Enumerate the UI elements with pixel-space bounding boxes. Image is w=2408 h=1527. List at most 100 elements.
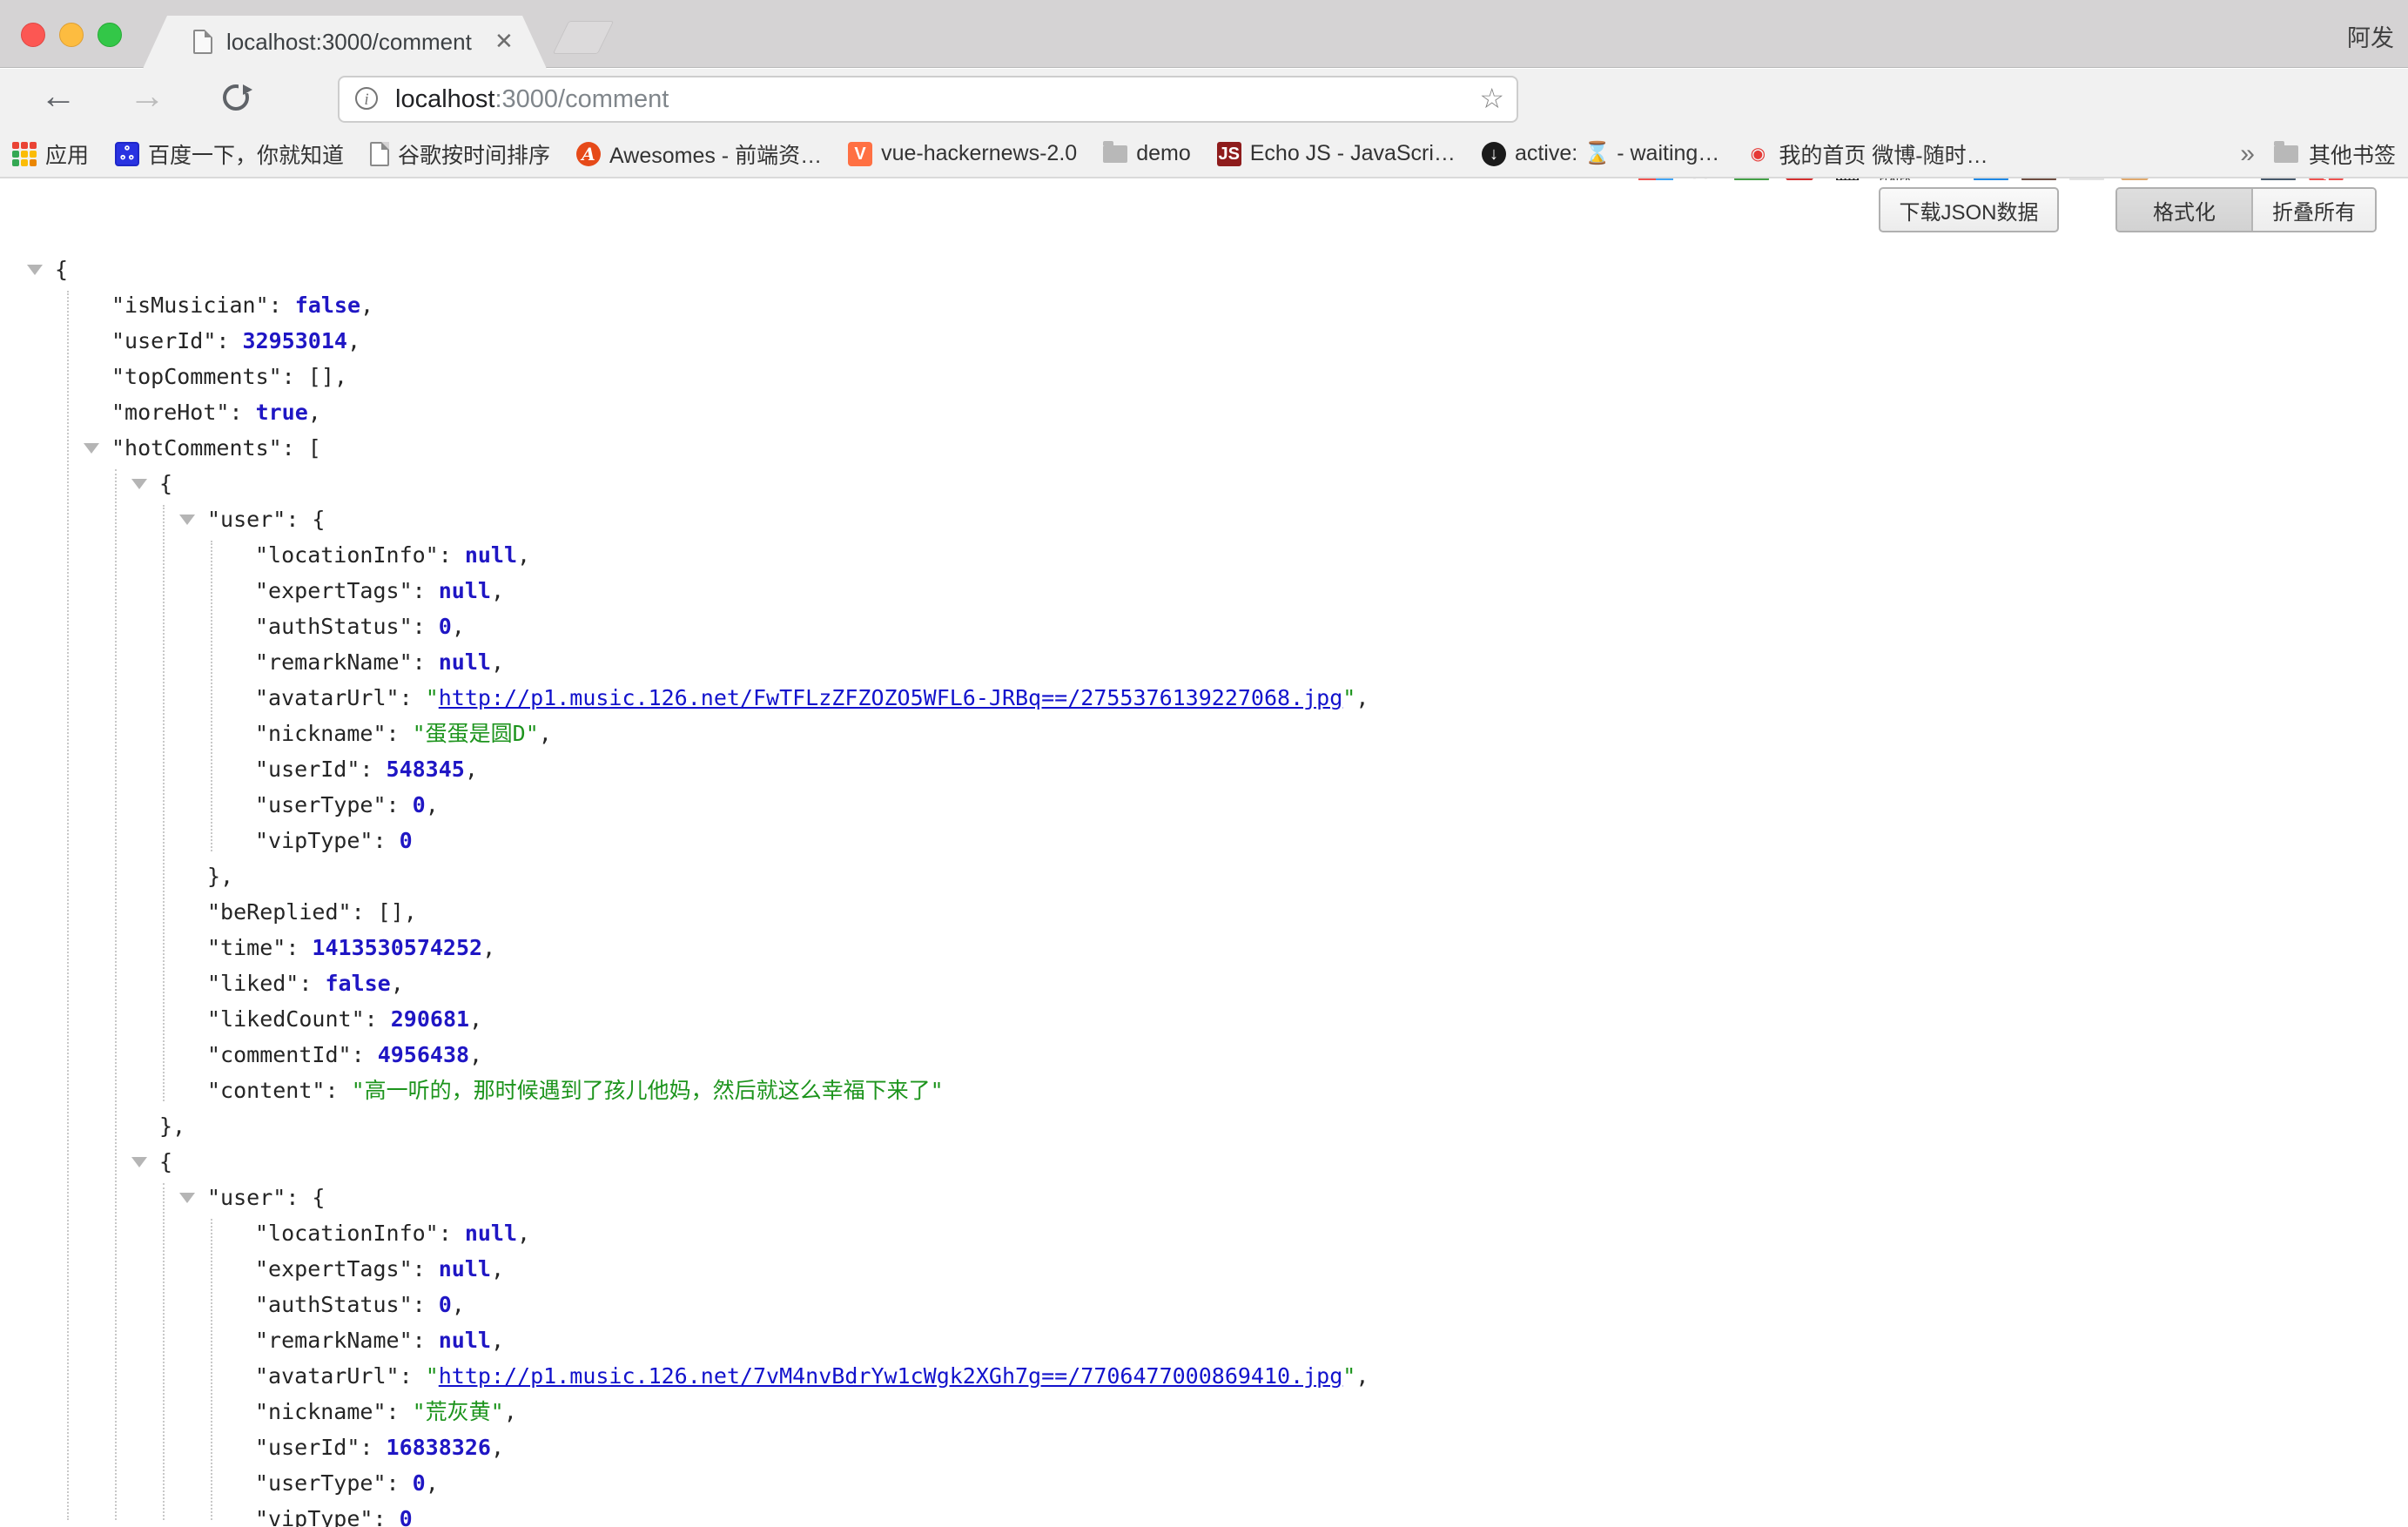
json-punctuation: : [439,542,465,568]
json-line: "userType": 0, [0,1465,2408,1501]
json-line: { [0,1144,2408,1180]
json-key: "vipType" [255,828,373,853]
bookmark-vue-hackernews[interactable]: Vvue-hackernews-2.0 [848,141,1077,166]
json-key: "authStatus" [255,614,413,639]
bookmarks-bar: 应用 ஃ百度一下，你就知道 谷歌按时间排序 AAwesomes - 前端资… Vvue-… [0,131,2408,178]
json-punctuation: : [299,971,325,996]
json-punctuation: , [469,1006,482,1032]
bookmark-baidu[interactable]: ஃ百度一下，你就知道 [115,138,344,170]
bookmark-echo-js[interactable]: JSEcho JS - JavaScri… [1217,141,1456,166]
json-line: "nickname": "蛋蛋是圆D", [0,716,2408,751]
address-bar[interactable]: i localhost:3000/comment ☆ [338,76,1518,123]
json-key: "userType" [255,1470,387,1496]
browser-tab[interactable]: localhost:3000/comment ✕ [143,16,547,69]
awesomes-icon: A [576,142,601,166]
json-value: 0 [439,1292,452,1317]
page-info-icon[interactable]: i [355,87,378,110]
bookmark-awesomes[interactable]: AAwesomes - 前端资… [576,138,822,170]
json-punctuation: , [539,721,552,746]
json-punctuation: : { [286,1185,325,1210]
json-punctuation: : [], [352,899,417,925]
json-value: null [465,542,517,568]
bookmark-apps[interactable]: 应用 [12,138,89,170]
json-punctuation: : [286,935,312,960]
json-key: "time" [207,935,286,960]
view-mode-toggle: 格式化 折叠所有 [2115,187,2377,232]
google-by-time-icon [370,142,389,166]
format-button[interactable]: 格式化 [2117,189,2253,231]
json-punctuation: , [491,649,504,675]
json-string: " [426,685,439,710]
bookmark-active-download[interactable]: ↓active: ⌛ - waiting… [1482,141,1719,166]
json-value: null [439,578,491,603]
json-key: "liked" [207,971,299,996]
json-value: false [325,971,390,996]
json-line: "topComments": [], [0,359,2408,394]
json-punctuation: , [426,1470,439,1496]
json-punctuation: : [400,1363,426,1389]
json-string: " [1342,1363,1355,1389]
bookmark-demo-folder[interactable]: demo [1103,141,1191,166]
json-key: "content" [207,1078,325,1103]
json-link[interactable]: http://p1.music.126.net/7vM4nvBdrYw1cWgk… [439,1363,1343,1389]
json-line: "user": { [0,1180,2408,1215]
reload-button[interactable] [223,84,249,111]
json-punctuation: , [452,614,465,639]
json-viewer-page: 下载JSON数据 格式化 折叠所有 { "isMusician": false, "… [0,180,2408,1527]
json-line: "locationInfo": null, [0,537,2408,573]
json-punctuation: : [373,1506,399,1527]
collapse-all-button[interactable]: 折叠所有 [2253,189,2375,231]
json-link[interactable]: http://p1.music.126.net/FwTFLzZFZOZO5WFL… [439,685,1343,710]
json-line: "authStatus": 0, [0,609,2408,644]
json-line: "expertTags": null, [0,573,2408,609]
json-key: "commentId" [207,1042,352,1067]
json-punctuation: , [465,757,478,782]
json-value: 290681 [391,1006,469,1032]
json-punctuation: : { [286,507,325,532]
bookmark-star-icon[interactable]: ☆ [1479,82,1504,115]
json-value: 548345 [387,757,465,782]
json-line: "likedCount": 290681, [0,1001,2408,1037]
json-key: "moreHot" [111,400,229,425]
profile-name[interactable]: 阿发 [2347,19,2394,53]
json-value: 0 [400,828,413,853]
bookmark-label: 谷歌按时间排序 [398,138,550,170]
json-key: "user" [207,507,286,532]
json-line: "isMusician": false, [0,287,2408,323]
download-json-button[interactable]: 下载JSON数据 [1879,187,2059,232]
json-line: }, [0,1108,2408,1144]
bookmark-weibo-home[interactable]: ◉我的首页 微博-随时… [1745,138,1988,170]
json-line: "user": { [0,501,2408,537]
forward-button: → [129,77,165,114]
json-key: "avatarUrl" [255,1363,400,1389]
json-punctuation: : [400,685,426,710]
active-download-icon: ↓ [1482,142,1506,166]
other-bookmarks[interactable]: 其他书签 [2309,138,2396,170]
close-window-button[interactable] [21,23,45,47]
zoom-window-button[interactable] [98,23,122,47]
json-punctuation: : [ [282,435,321,461]
back-button[interactable]: ← [40,77,77,114]
json-key: "locationInfo" [255,542,439,568]
json-punctuation: : [325,1078,351,1103]
minimize-window-button[interactable] [59,23,84,47]
json-punctuation: : [269,293,295,318]
bookmark-google-by-time[interactable]: 谷歌按时间排序 [370,138,550,170]
bookmarks-overflow-icon[interactable]: » [2240,139,2255,169]
json-punctuation: : [387,1399,413,1424]
json-punctuation: : [387,1470,413,1496]
window-title-bar: localhost:3000/comment ✕ 阿发 [0,0,2408,68]
bookmark-label: demo [1136,141,1191,166]
tab-close-icon[interactable]: ✕ [494,28,514,55]
json-punctuation: , [504,1399,517,1424]
url-text[interactable]: localhost:3000/comment [395,85,669,114]
json-value: true [256,400,308,425]
json-key: "userId" [255,1435,360,1460]
apps-icon [12,142,37,166]
bookmark-label: vue-hackernews-2.0 [881,141,1077,166]
url-host: localhost [395,85,494,113]
json-string: "荒灰黄" [413,1399,504,1424]
new-tab-button[interactable] [553,21,615,54]
other-bookmarks-folder-icon [2274,145,2298,163]
json-punctuation: , [491,1256,504,1281]
